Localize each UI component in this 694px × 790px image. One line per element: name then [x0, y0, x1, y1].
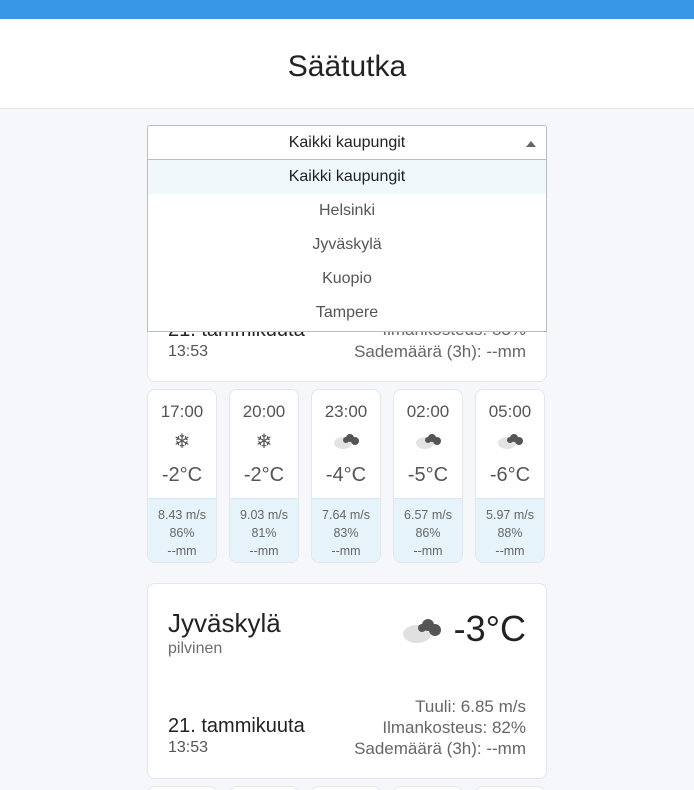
forecast-details: 9.03 m/s 81% --mm [230, 498, 298, 562]
forecast-tile: 17:00 ❄ -2°C 8.43 m/s 86% --mm [147, 389, 217, 563]
forecast-time: 23:00 [324, 402, 368, 421]
city-select[interactable]: Kaikki kaupungit [147, 125, 547, 160]
forecast-temp: -2°C [161, 464, 203, 486]
forecast-wind: 5.97 m/s [486, 508, 534, 522]
forecast-tile [147, 786, 217, 790]
card-rain: Sademäärä (3h): --mm [354, 342, 526, 361]
forecast-humidity: 83% [333, 526, 359, 540]
city-card: Jyväskylä pilvinen -3°C Tuuli: 6.85 m/s … [147, 583, 547, 779]
cloud-icon [394, 430, 462, 454]
forecast-wind: 8.43 m/s [158, 508, 206, 522]
option-kuopio[interactable]: Kuopio [148, 262, 546, 296]
forecast-time: 20:00 [242, 402, 286, 421]
forecast-details: 8.43 m/s 86% --mm [148, 498, 216, 562]
cloud-icon [476, 430, 544, 454]
forecast-temp: -6°C [489, 464, 531, 486]
card-date: 21. tammikuuta [168, 715, 305, 737]
forecast-tile [475, 786, 545, 790]
forecast-tile: 20:00 ❄ -2°C 9.03 m/s 81% --mm [229, 389, 299, 563]
forecast-humidity: 81% [251, 526, 277, 540]
forecast-tile: 23:00 -4°C 7.64 m/s 83% --mm [311, 389, 381, 563]
forecast-rain: --mm [167, 544, 197, 558]
page-title: Säätutka [287, 50, 407, 83]
forecast-temp: -4°C [325, 464, 367, 486]
card-time: 13:53 [168, 739, 209, 756]
card-time: 13:53 [168, 343, 209, 360]
forecast-humidity: 86% [415, 526, 441, 540]
forecast-time: 02:00 [406, 402, 450, 421]
forecast-details: 6.57 m/s 86% --mm [394, 498, 462, 562]
forecast-tile: 02:00 -5°C 6.57 m/s 86% --mm [393, 389, 463, 563]
forecast-wind: 7.64 m/s [322, 508, 370, 522]
forecast-humidity: 88% [497, 526, 523, 540]
snowflake-icon: ❄ [255, 431, 273, 453]
snowflake-icon: ❄ [173, 431, 191, 453]
forecast-temp: -5°C [407, 464, 449, 486]
forecast-tile [393, 786, 463, 790]
forecast-rain: --mm [495, 544, 525, 558]
current-temperature: -3°C [453, 608, 526, 649]
forecast-tile [229, 786, 299, 790]
forecast-tile: 05:00 -6°C 5.97 m/s 88% --mm [475, 389, 545, 563]
forecast-wind: 9.03 m/s [240, 508, 288, 522]
city-description: pilvinen [168, 640, 223, 657]
forecast-tile [311, 786, 381, 790]
city-select-options: Kaikki kaupungit Helsinki Jyväskylä Kuop… [147, 160, 547, 332]
city-select-value: Kaikki kaupungit [288, 134, 406, 151]
card-rain: Sademäärä (3h): --mm [354, 739, 526, 758]
cloud-icon [400, 614, 444, 644]
cloud-icon [312, 430, 380, 454]
header: Säätutka [0, 19, 694, 109]
forecast-temp: -2°C [243, 464, 285, 486]
option-jyvaskyla[interactable]: Jyväskylä [148, 228, 546, 262]
forecast-wind: 6.57 m/s [404, 508, 452, 522]
option-tampere[interactable]: Tampere [148, 296, 546, 330]
city-name: Jyväskylä [168, 608, 281, 638]
top-bar [0, 0, 694, 19]
option-all-cities[interactable]: Kaikki kaupungit [148, 160, 546, 194]
forecast-rain: --mm [249, 544, 279, 558]
forecast-time: 17:00 [160, 402, 204, 421]
option-helsinki[interactable]: Helsinki [148, 194, 546, 228]
chevron-up-icon [526, 141, 536, 147]
forecast-rain: --mm [331, 544, 361, 558]
forecast-humidity: 86% [169, 526, 195, 540]
forecast-details: 7.64 m/s 83% --mm [312, 498, 380, 562]
card-humidity: Ilmankosteus: 82% [382, 718, 526, 737]
forecast-time: 05:00 [488, 402, 532, 421]
forecast-details: 5.97 m/s 88% --mm [476, 498, 544, 562]
card-wind: Tuuli: 6.85 m/s [415, 697, 526, 716]
forecast-rain: --mm [413, 544, 443, 558]
